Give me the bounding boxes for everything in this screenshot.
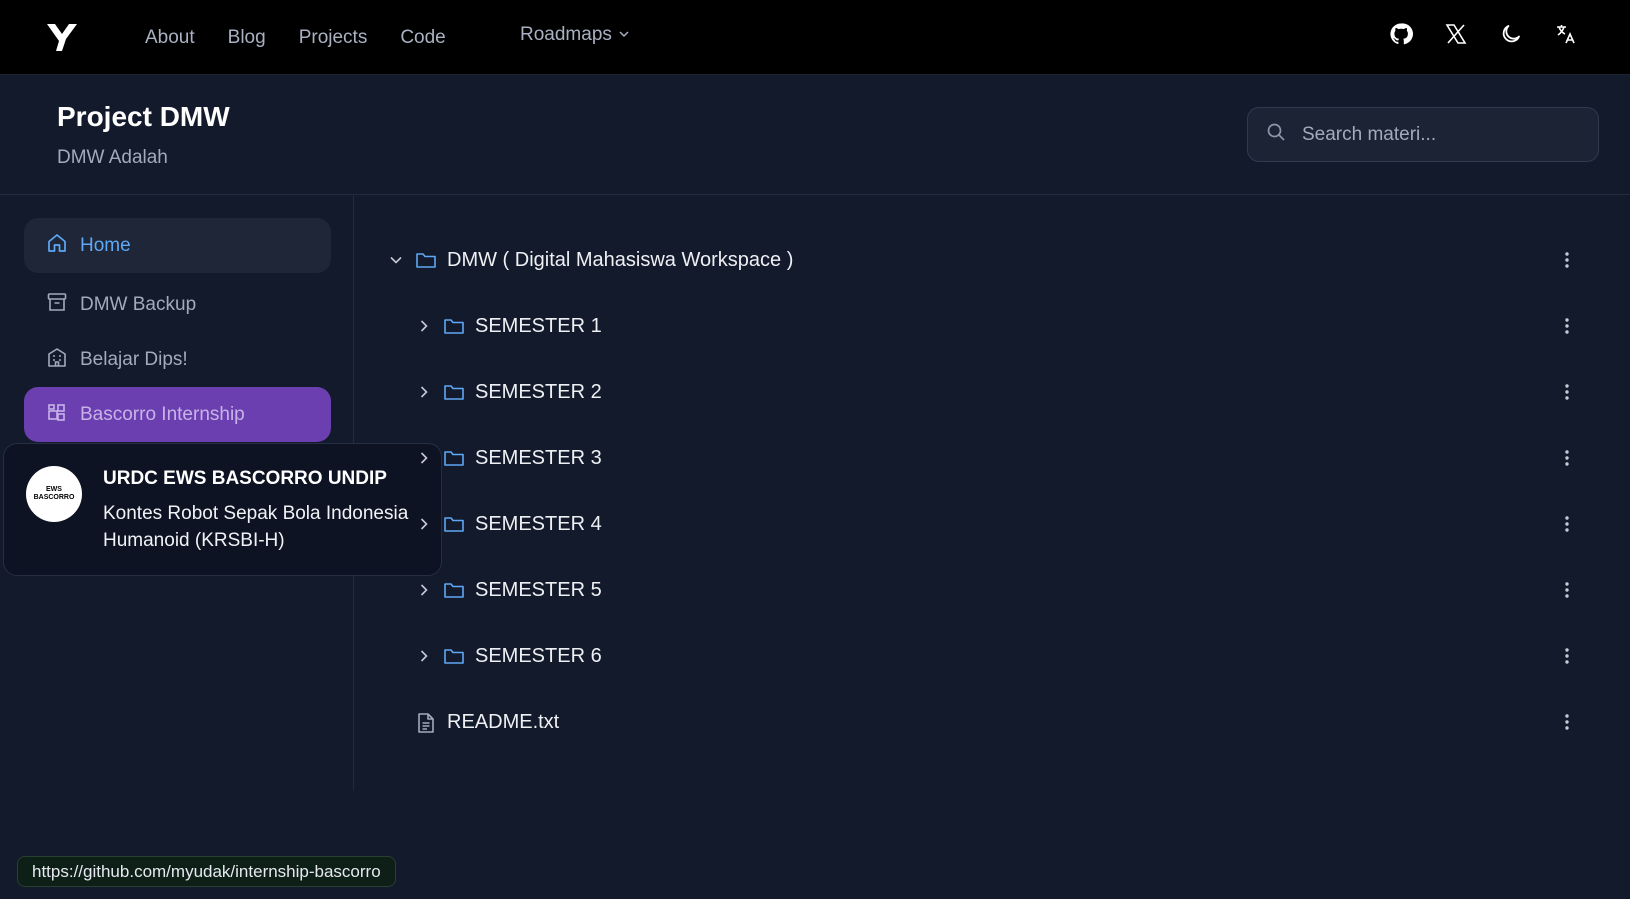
sidebar-item-dmw-backup[interactable]: DMW Backup	[24, 277, 331, 332]
tree-folder-row[interactable]: SEMESTER 3	[354, 438, 1630, 478]
tree-folder-label[interactable]: SEMESTER 6	[475, 645, 602, 668]
search-icon	[1266, 122, 1286, 147]
folder-icon	[415, 250, 437, 270]
site-logo[interactable]	[46, 22, 78, 52]
tree-folder-label[interactable]: SEMESTER 4	[475, 513, 602, 536]
github-icon[interactable]	[1389, 22, 1413, 46]
top-navbar: About Blog Projects Code Roadmaps	[0, 0, 1630, 75]
tree-folder-row[interactable]: SEMESTER 4	[354, 504, 1630, 544]
folder-icon	[443, 382, 465, 402]
link-status-bar: https://github.com/myudak/internship-bas…	[17, 856, 396, 887]
chevron-down-icon	[618, 24, 630, 46]
chevron-right-icon[interactable]	[415, 581, 433, 599]
more-vertical-icon[interactable]	[1555, 446, 1579, 470]
sidebar-item-label: Belajar Dips!	[80, 348, 188, 370]
widgets-icon	[46, 401, 68, 429]
more-vertical-icon[interactable]	[1555, 644, 1579, 668]
roadmaps-label: Roadmaps	[520, 24, 612, 45]
folder-icon	[443, 448, 465, 468]
roadmaps-dropdown[interactable]: Roadmaps	[520, 24, 630, 46]
page-title: Project DMW	[57, 101, 230, 132]
nav-link-about[interactable]: About	[145, 27, 195, 49]
sidebar-item-label: DMW Backup	[80, 293, 197, 315]
file-text-icon	[416, 712, 438, 733]
tree-folder-row[interactable]: SEMESTER 5	[354, 570, 1630, 610]
chevron-right-icon[interactable]	[415, 647, 433, 665]
tree-folder-row[interactable]: SEMESTER 6	[354, 636, 1630, 676]
search-box[interactable]	[1247, 107, 1599, 162]
chevron-right-icon[interactable]	[415, 515, 433, 533]
sidebar-item-belajar-dips[interactable]: Belajar Dips!	[24, 332, 331, 387]
tree-folder-label[interactable]: SEMESTER 5	[475, 579, 602, 602]
x-icon[interactable]	[1444, 22, 1468, 46]
nav-icons	[1389, 22, 1578, 46]
home-icon	[46, 232, 68, 260]
tree-file-label[interactable]: README.txt	[447, 711, 559, 734]
page-subtitle: DMW Adalah	[57, 147, 168, 168]
tree-root-row[interactable]: DMW ( Digital Mahasiswa Workspace )	[354, 240, 1630, 280]
archive-icon	[46, 291, 68, 319]
sidebar-item-bascorro-internship[interactable]: Bascorro Internship	[24, 387, 331, 442]
folder-icon	[443, 316, 465, 336]
logo-text: EWS BASCORRO	[33, 486, 75, 501]
more-vertical-icon[interactable]	[1555, 710, 1579, 734]
chevron-down-icon[interactable]	[387, 251, 405, 269]
chevron-right-icon[interactable]	[415, 383, 433, 401]
sidebar-item-label: Home	[80, 234, 131, 256]
more-vertical-icon[interactable]	[1555, 380, 1579, 404]
sidebar-item-home[interactable]: Home	[24, 218, 331, 273]
moon-icon[interactable]	[1499, 22, 1523, 46]
tree-folder-label[interactable]: SEMESTER 3	[475, 447, 602, 470]
sidebar-item-label: Bascorro Internship	[80, 403, 245, 425]
tree-folder-label[interactable]: SEMESTER 1	[475, 315, 602, 338]
search-input[interactable]	[1302, 123, 1572, 146]
folder-icon	[443, 646, 465, 666]
tree-folder-label[interactable]: SEMESTER 2	[475, 381, 602, 404]
more-vertical-icon[interactable]	[1555, 248, 1579, 272]
more-vertical-icon[interactable]	[1555, 578, 1579, 602]
tree-file-row[interactable]: README.txt	[354, 702, 1630, 742]
more-vertical-icon[interactable]	[1555, 314, 1579, 338]
folder-icon	[443, 580, 465, 600]
nav-link-projects[interactable]: Projects	[299, 27, 368, 49]
folder-icon	[443, 514, 465, 534]
nav-links: About Blog Projects Code	[145, 0, 479, 75]
building-icon	[46, 346, 68, 374]
bascorro-logo: EWS BASCORRO	[26, 466, 82, 522]
chevron-right-icon[interactable]	[415, 317, 433, 335]
nav-link-code[interactable]: Code	[400, 27, 445, 49]
page-header: Project DMW DMW Adalah	[0, 75, 1630, 195]
more-vertical-icon[interactable]	[1555, 512, 1579, 536]
hover-card-title: URDC EWS BASCORRO UNDIP	[103, 468, 387, 489]
translate-icon[interactable]	[1554, 22, 1578, 46]
nav-link-blog[interactable]: Blog	[228, 27, 266, 49]
tree-folder-row[interactable]: SEMESTER 2	[354, 372, 1630, 412]
tree-folder-row[interactable]: SEMESTER 1	[354, 306, 1630, 346]
chevron-right-icon[interactable]	[415, 449, 433, 467]
tree-root-label[interactable]: DMW ( Digital Mahasiswa Workspace )	[447, 249, 793, 272]
